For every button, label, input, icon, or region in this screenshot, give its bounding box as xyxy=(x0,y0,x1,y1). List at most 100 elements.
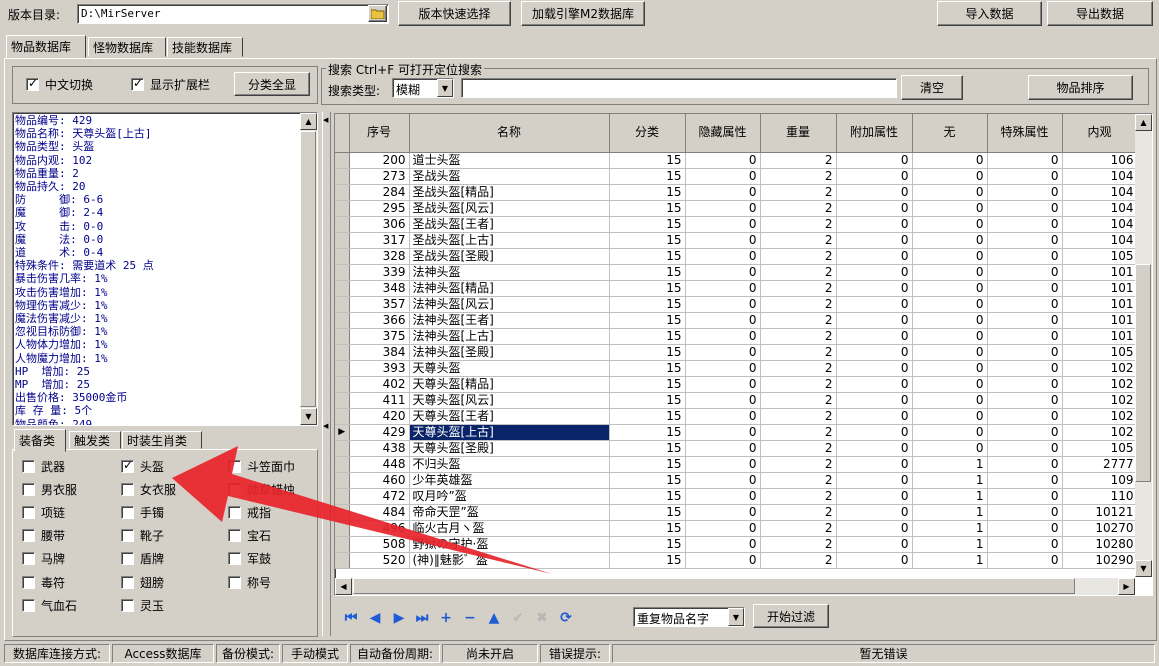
column-header[interactable]: 序号 xyxy=(349,114,410,153)
table-cell[interactable]: 0 xyxy=(836,152,913,169)
show-ext-checkbox[interactable]: 显示扩展栏 xyxy=(131,76,210,93)
grid-hscroll-thumb[interactable] xyxy=(353,578,1075,594)
category-checkbox[interactable]: 翅膀 xyxy=(121,574,164,591)
category-checkbox[interactable]: 宝石 xyxy=(228,527,271,544)
table-cell[interactable]: 15 xyxy=(609,456,686,473)
table-cell[interactable]: 0 xyxy=(912,408,988,425)
tab-trigger[interactable]: 触发类 xyxy=(69,431,121,449)
show-all-button[interactable]: 分类全显 xyxy=(234,72,310,96)
table-cell[interactable]: 15 xyxy=(609,184,686,201)
category-checkbox[interactable]: 男衣服 xyxy=(22,481,77,498)
cancel-edit-icon[interactable]: ✖ xyxy=(533,608,551,628)
category-checkbox[interactable]: 盾牌 xyxy=(121,550,164,567)
table-cell[interactable]: 15 xyxy=(609,312,686,329)
table-cell[interactable]: 339 xyxy=(349,264,410,281)
table-cell[interactable]: 366 xyxy=(349,312,410,329)
table-row[interactable]: 460 少年英雄盔 15 0 2 0 1 0 109 xyxy=(335,472,1138,489)
table-cell[interactable]: 0 xyxy=(836,296,913,313)
table-row[interactable]: 448 不归头盔 15 0 2 0 1 0 2777 xyxy=(335,456,1138,473)
chevron-down-icon[interactable]: ▼ xyxy=(728,608,744,626)
dir-field[interactable]: D:\MirServer xyxy=(77,4,389,24)
prior-record-icon[interactable]: ◀ xyxy=(366,608,384,628)
table-cell[interactable]: 2777 xyxy=(1062,456,1138,473)
table-cell[interactable]: 临火古月ヽ盔 xyxy=(409,520,610,537)
table-cell[interactable]: 2 xyxy=(760,488,837,505)
table-cell[interactable]: 圣战头盔[王者] xyxy=(409,216,610,233)
collapse-left-icon[interactable]: ◀ xyxy=(323,116,328,124)
table-cell[interactable]: 2 xyxy=(760,520,837,537)
table-cell[interactable]: 0 xyxy=(987,424,1063,441)
table-cell[interactable]: 0 xyxy=(685,552,761,569)
tab-skills[interactable]: 技能数据库 xyxy=(167,37,243,57)
table-cell[interactable]: 0 xyxy=(912,264,988,281)
table-cell[interactable]: 0 xyxy=(987,472,1063,489)
table-cell[interactable]: (神)‖魅影゛盔 xyxy=(409,552,610,569)
table-cell[interactable]: 2 xyxy=(760,344,837,361)
table-cell[interactable]: 273 xyxy=(349,168,410,185)
table-cell[interactable]: 0 xyxy=(836,248,913,265)
table-row[interactable]: 420 天尊头盔[王者] 15 0 2 0 0 0 102 xyxy=(335,408,1138,425)
table-cell[interactable]: 420 xyxy=(349,408,410,425)
table-cell[interactable]: 328 xyxy=(349,248,410,265)
export-button[interactable]: 导出数据 xyxy=(1047,1,1153,26)
tab-fashion[interactable]: 时装生肖类 xyxy=(122,431,202,449)
table-cell[interactable]: 384 xyxy=(349,344,410,361)
table-cell[interactable]: 1 xyxy=(912,520,988,537)
import-button[interactable]: 导入数据 xyxy=(937,1,1042,26)
table-cell[interactable]: 0 xyxy=(912,392,988,409)
table-cell[interactable]: 0 xyxy=(685,408,761,425)
category-checkbox[interactable]: 斗笠面巾 xyxy=(228,458,295,475)
table-cell[interactable]: 法神头盔[上古] xyxy=(409,328,610,345)
table-cell[interactable]: 2 xyxy=(760,536,837,553)
table-cell[interactable]: 0 xyxy=(912,184,988,201)
table-cell[interactable]: 0 xyxy=(987,440,1063,457)
table-cell[interactable]: 102 xyxy=(1062,376,1138,393)
table-cell[interactable]: 0 xyxy=(685,312,761,329)
table-row[interactable]: 357 法神头盔[风云] 15 0 2 0 0 0 101 xyxy=(335,296,1138,313)
table-cell[interactable]: 306 xyxy=(349,216,410,233)
table-cell[interactable]: 0 xyxy=(987,360,1063,377)
column-header[interactable]: 隐藏属性 xyxy=(685,114,761,153)
table-cell[interactable]: 438 xyxy=(349,440,410,457)
table-cell[interactable]: 0 xyxy=(836,424,913,441)
table-cell[interactable]: 0 xyxy=(836,344,913,361)
table-cell[interactable]: 402 xyxy=(349,376,410,393)
table-cell[interactable]: 0 xyxy=(685,456,761,473)
table-row[interactable]: 472 叹月吟”盔 15 0 2 0 1 0 110 xyxy=(335,488,1138,505)
table-cell[interactable]: 101 xyxy=(1062,296,1138,313)
table-cell[interactable]: 0 xyxy=(987,520,1063,537)
table-cell[interactable]: 1 xyxy=(912,488,988,505)
category-checkbox[interactable]: 勋章蜡烛 xyxy=(228,481,295,498)
column-header[interactable]: 分类 xyxy=(609,114,686,153)
table-cell[interactable]: 0 xyxy=(987,376,1063,393)
table-row[interactable]: 411 天尊头盔[风云] 15 0 2 0 0 0 102 xyxy=(335,392,1138,409)
table-cell[interactable]: 0 xyxy=(912,216,988,233)
table-cell[interactable]: 0 xyxy=(836,440,913,457)
table-cell[interactable]: 圣战头盔[圣殿] xyxy=(409,248,610,265)
table-cell[interactable]: 0 xyxy=(685,520,761,537)
table-cell[interactable]: 0 xyxy=(987,264,1063,281)
table-cell[interactable]: 0 xyxy=(685,280,761,297)
table-cell[interactable]: 10121 xyxy=(1062,504,1138,521)
column-header[interactable]: 附加属性 xyxy=(836,114,913,153)
table-cell[interactable]: 0 xyxy=(685,168,761,185)
table-cell[interactable]: 0 xyxy=(685,184,761,201)
category-checkbox[interactable]: 头盔 xyxy=(121,458,164,475)
table-cell[interactable]: 357 xyxy=(349,296,410,313)
table-cell[interactable]: 15 xyxy=(609,296,686,313)
category-checkbox[interactable]: 戒指 xyxy=(228,504,271,521)
table-cell[interactable]: 帝命天罡”盔 xyxy=(409,504,610,521)
chevron-down-icon[interactable]: ▼ xyxy=(437,79,453,97)
table-cell[interactable]: 0 xyxy=(912,248,988,265)
table-cell[interactable]: 101 xyxy=(1062,328,1138,345)
start-filter-button[interactable]: 开始过滤 xyxy=(753,604,829,628)
search-type-select[interactable]: 模糊 ▼ xyxy=(392,78,454,98)
tab-equipment[interactable]: 装备类 xyxy=(14,429,66,452)
table-cell[interactable]: 0 xyxy=(685,152,761,169)
table-cell[interactable]: 0 xyxy=(685,536,761,553)
table-row[interactable]: 339 法神头盔 15 0 2 0 0 0 101 xyxy=(335,264,1138,281)
table-cell[interactable]: 2 xyxy=(760,424,837,441)
table-row[interactable]: 496 临火古月ヽ盔 15 0 2 0 1 0 10270 xyxy=(335,520,1138,537)
table-cell[interactable]: 天尊头盔[风云] xyxy=(409,392,610,409)
table-cell[interactable]: 圣战头盔[风云] xyxy=(409,200,610,217)
